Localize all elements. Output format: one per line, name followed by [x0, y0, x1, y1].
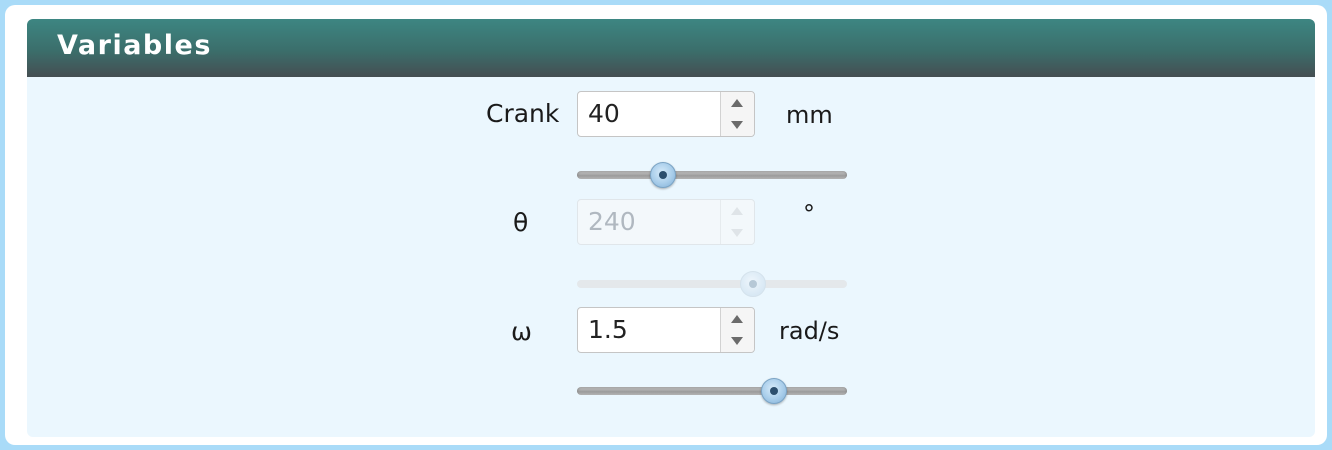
- omega-slider-thumb[interactable]: [761, 378, 788, 404]
- panel-title: Variables: [57, 30, 212, 61]
- crank-slider-thumb[interactable]: [650, 162, 677, 188]
- theta-increment-icon: [721, 200, 754, 222]
- crank-increment-icon[interactable]: [721, 92, 754, 114]
- omega-spinner[interactable]: 1.5: [577, 307, 755, 353]
- omega-label: ω: [511, 317, 532, 346]
- omega-unit: rad/s: [779, 317, 840, 345]
- theta-unit: °: [803, 200, 815, 228]
- crank-decrement-icon[interactable]: [721, 114, 754, 136]
- theta-value: 240: [588, 207, 636, 236]
- theta-spinner: 240: [577, 199, 755, 245]
- omega-decrement-icon[interactable]: [721, 330, 754, 352]
- crank-value[interactable]: 40: [588, 99, 620, 128]
- omega-value[interactable]: 1.5: [588, 315, 628, 344]
- theta-label: θ: [513, 208, 529, 237]
- crank-label: Crank: [486, 99, 560, 128]
- crank-unit: mm: [786, 101, 833, 129]
- theta-slider-track: [577, 280, 847, 288]
- crank-spinner[interactable]: 40: [577, 91, 755, 137]
- crank-spin-buttons: [720, 92, 754, 136]
- theta-spin-buttons: [720, 200, 754, 244]
- theta-slider: [577, 269, 847, 299]
- omega-increment-icon[interactable]: [721, 308, 754, 330]
- theta-slider-thumb: [739, 271, 766, 297]
- panel-header: Variables: [27, 19, 1315, 77]
- omega-slider[interactable]: [577, 376, 847, 406]
- crank-slider-track[interactable]: [577, 171, 847, 179]
- theta-decrement-icon: [721, 222, 754, 244]
- omega-slider-track[interactable]: [577, 387, 847, 395]
- omega-spin-buttons: [720, 308, 754, 352]
- crank-slider[interactable]: [577, 160, 847, 190]
